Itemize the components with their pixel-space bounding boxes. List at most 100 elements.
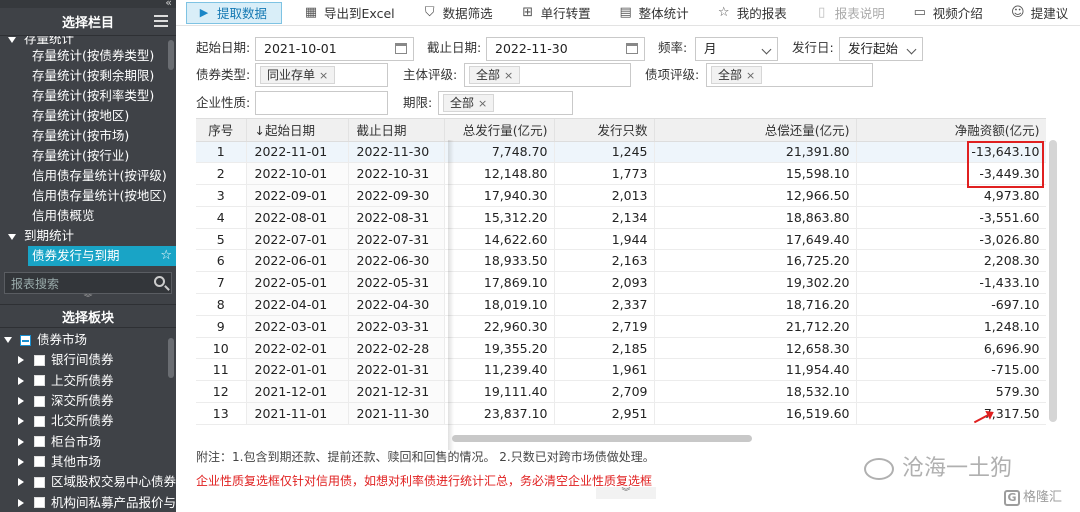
data-filter-button[interactable]: ⛉ 数据筛选	[415, 2, 501, 24]
board-item-other[interactable]: 其他市场	[0, 452, 176, 472]
cell-total-issue: 22,960.30	[444, 315, 555, 338]
tree-item-stock-by-region[interactable]: 存量统计(按地区)	[0, 106, 176, 126]
search-icon[interactable]	[154, 276, 165, 287]
col-header-start-date[interactable]: ↓起始日期	[246, 119, 349, 142]
suggestion-button[interactable]: ☺ 提建议	[1003, 2, 1077, 24]
board-item-sse[interactable]: 上交所债券	[0, 371, 176, 391]
expand-bottom-toggle[interactable]: ︾	[596, 487, 656, 499]
table-row[interactable]: 5 2022-07-01 2022-07-31 14,622.60 1,944 17,64…	[196, 228, 1046, 251]
calendar-icon[interactable]	[395, 43, 407, 54]
menu-icon[interactable]	[154, 15, 168, 27]
board-item-bse[interactable]: 北交所债券	[0, 411, 176, 431]
tree-item-stock-by-rate[interactable]: 存量统计(按利率类型)	[0, 86, 176, 106]
table-row[interactable]: 10 2022-02-01 2022-02-28 19,355.20 2,185 12,6…	[196, 337, 1046, 360]
table-row[interactable]: 8 2022-04-01 2022-04-30 18,019.10 2,337 18,71…	[196, 293, 1046, 316]
board-item-counter[interactable]: 柜台市场	[0, 431, 176, 451]
table-row[interactable]: 11 2022-01-01 2022-01-31 11,239.40 1,961 11,9…	[196, 358, 1046, 382]
table-row[interactable]: 12 2021-12-01 2021-12-31 19,111.40 2,709 18,5…	[196, 380, 1046, 404]
board-item-interbank[interactable]: 银行间债券	[0, 350, 176, 370]
video-intro-button[interactable]: ▭ 视频介绍	[905, 2, 991, 24]
table-row[interactable]: 4 2022-08-01 2022-08-31 15,312.20 2,134 18,86…	[196, 206, 1046, 229]
caret-down-icon[interactable]	[4, 337, 12, 344]
enterprise-nature-field[interactable]	[255, 91, 388, 115]
fetch-data-button[interactable]: ▶ 提取数据	[186, 1, 283, 24]
table-row[interactable]: 6 2022-06-01 2022-06-30 18,933.50 2,163 16,72…	[196, 249, 1046, 273]
bond-rating-field[interactable]: 全部 ×	[706, 63, 873, 87]
cell-net-financing: -13,643.10	[856, 141, 1046, 164]
caret-right-icon[interactable]	[18, 498, 24, 507]
caret-right-icon[interactable]	[18, 478, 24, 487]
board-scrollbar[interactable]	[168, 338, 174, 378]
board-item-regional-equity[interactable]: 区域股权交易中心债券	[0, 472, 176, 492]
checkbox[interactable]	[34, 395, 45, 407]
calendar-icon[interactable]	[626, 43, 638, 54]
tree-scrollbar[interactable]	[168, 40, 174, 70]
term-field[interactable]: 全部 ×	[438, 91, 573, 115]
frequency-select[interactable]: 月	[695, 37, 778, 61]
checkbox[interactable]	[34, 375, 45, 387]
close-icon[interactable]: ×	[478, 97, 487, 110]
tree-item-stock-by-market[interactable]: 存量统计(按市场)	[0, 126, 176, 146]
issue-date-select[interactable]: 发行起始	[839, 37, 923, 61]
caret-right-icon[interactable]	[18, 397, 24, 406]
tree-item-credit-overview[interactable]: 信用债概览	[0, 206, 176, 226]
tree-group-maturity[interactable]: 到期统计	[0, 226, 176, 246]
table-row[interactable]: 3 2022-09-01 2022-09-30 17,940.30 2,013 12,96…	[196, 184, 1046, 207]
col-header-end-date[interactable]: 截止日期	[348, 119, 445, 142]
caret-right-icon[interactable]	[18, 376, 24, 385]
checkbox[interactable]	[34, 436, 45, 448]
close-icon[interactable]: ×	[319, 69, 328, 82]
my-report-button[interactable]: ☆ 我的报表	[709, 2, 795, 24]
report-description-button[interactable]: ▯ 报表说明	[807, 2, 893, 24]
table-row[interactable]: 2 2022-10-01 2022-10-31 12,148.80 1,773 15,59…	[196, 162, 1046, 186]
tree-item-stock-by-type[interactable]: 存量统计(按债券类型)	[0, 46, 176, 66]
board-item-szse[interactable]: 深交所债券	[0, 391, 176, 411]
checkbox[interactable]	[34, 415, 45, 427]
report-search-input[interactable]: 报表搜索	[4, 272, 172, 294]
column-select-header: 选择栏目	[0, 8, 176, 36]
caret-right-icon[interactable]	[18, 417, 24, 426]
user-icon: ☺	[1010, 5, 1025, 20]
table-row[interactable]: 1 2022-11-01 2022-11-30 7,748.70 1,245 21,391…	[196, 141, 1046, 164]
board-item-private-quote[interactable]: 机构间私募产品报价与	[0, 492, 176, 512]
col-header-issue-count[interactable]: 发行只数	[554, 119, 655, 142]
bond-type-field[interactable]: 同业存单 ×	[255, 63, 388, 87]
col-header-index[interactable]: 序号	[196, 119, 247, 142]
panel-splitter[interactable]: ︾	[0, 294, 176, 304]
close-icon[interactable]: ×	[746, 69, 755, 82]
tree-item-issue-and-maturity[interactable]: 债券发行与到期 ☆	[28, 246, 176, 266]
checkbox[interactable]	[34, 354, 45, 366]
end-date-input[interactable]: 2022-11-30	[486, 37, 645, 61]
vertical-scrollbar[interactable]	[1049, 140, 1057, 422]
horizontal-scrollbar[interactable]	[452, 435, 752, 442]
star-icon[interactable]: ☆	[160, 246, 172, 266]
caret-down-icon	[8, 233, 16, 240]
checkbox[interactable]	[34, 456, 45, 468]
col-header-total-issue[interactable]: 总发行量(亿元)	[444, 119, 555, 142]
col-header-total-repay[interactable]: 总偿还量(亿元)	[654, 119, 857, 142]
caret-right-icon[interactable]	[18, 437, 24, 446]
tree-item-credit-by-rating[interactable]: 信用债存量统计(按评级)	[0, 166, 176, 186]
export-excel-button[interactable]: ▦ 导出到Excel	[296, 2, 403, 24]
caret-right-icon[interactable]	[18, 356, 24, 365]
table-row[interactable]: 13 2021-11-01 2021-11-30 23,837.10 2,951 16,5…	[196, 402, 1046, 425]
table-row[interactable]: 7 2022-05-01 2022-05-31 17,869.10 2,093 19,30…	[196, 271, 1046, 295]
tree-item-stock-by-industry[interactable]: 存量统计(按行业)	[0, 146, 176, 166]
partial-checkbox[interactable]	[20, 334, 31, 346]
checkbox[interactable]	[34, 476, 45, 488]
issuer-rating-field[interactable]: 全部 ×	[464, 63, 631, 87]
caret-right-icon[interactable]	[18, 457, 24, 466]
close-icon[interactable]: ×	[504, 69, 513, 82]
table-row[interactable]: 9 2022-03-01 2022-03-31 22,960.30 2,719 21,71…	[196, 315, 1046, 338]
start-date-input[interactable]: 2021-10-01	[255, 37, 414, 61]
cell-start-date: 2022-03-01	[246, 315, 349, 338]
transpose-row-button[interactable]: ⊞ 单行转置	[513, 2, 599, 24]
checkbox[interactable]	[34, 497, 45, 509]
overall-stats-button[interactable]: ▤ 整体统计	[611, 2, 697, 24]
tree-group-stock[interactable]: 存量统计	[0, 36, 176, 46]
board-item-bond-market[interactable]: 债券市场	[0, 330, 176, 350]
col-header-net-financing[interactable]: 净融资额(亿元)	[856, 119, 1046, 142]
tree-item-credit-by-region[interactable]: 信用债存量统计(按地区)	[0, 186, 176, 206]
cell-end-date: 2022-02-28	[348, 337, 445, 360]
tree-item-stock-by-term[interactable]: 存量统计(按剩余期限)	[0, 66, 176, 86]
